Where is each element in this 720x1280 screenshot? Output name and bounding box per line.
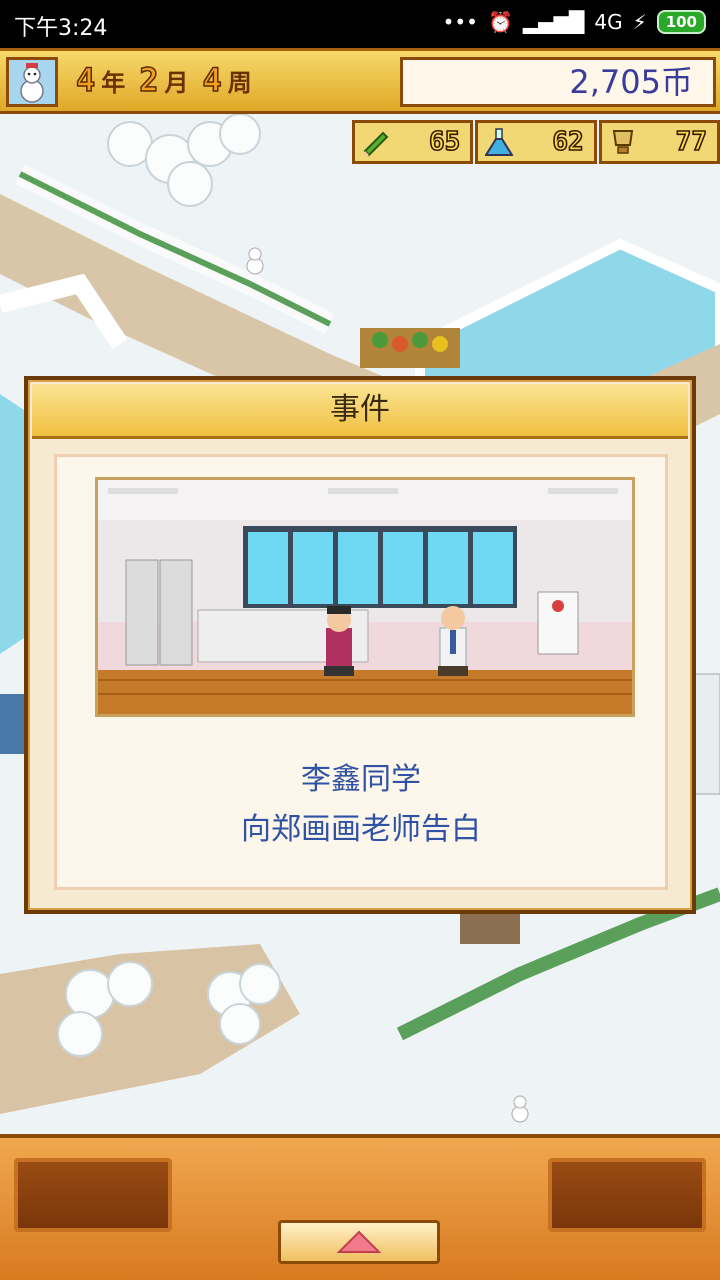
stat-value: 77 <box>675 126 708 158</box>
left-action-slot[interactable] <box>14 1158 172 1232</box>
stat-value: 62 <box>552 126 585 158</box>
arrow-up-icon <box>336 1230 382 1253</box>
stat-science[interactable]: 62 <box>475 120 597 164</box>
flask-icon <box>484 128 515 156</box>
year-label: 年 <box>101 69 126 97</box>
signal-icon: ▂▄▆█ <box>522 10 585 34</box>
alarm-icon: ⏰ <box>487 10 513 34</box>
right-action-slot[interactable] <box>548 1158 706 1232</box>
pencil-icon <box>363 131 389 157</box>
classroom-scene-image <box>95 477 635 717</box>
month-label: 月 <box>164 69 189 97</box>
event-title: 事件 <box>32 384 688 439</box>
top-hud: 4 年 2 月 4 周 2,705币 <box>0 48 720 114</box>
event-line-2: 向郑画画老师告白 <box>241 812 481 847</box>
week-label: 周 <box>227 69 252 97</box>
snowman-avatar-icon[interactable] <box>6 57 58 107</box>
event-body: 李鑫同学 向郑画画老师告白 <box>54 454 668 890</box>
week-number: 4 <box>202 60 223 100</box>
month-number: 2 <box>139 60 160 100</box>
trophy-icon <box>612 130 633 154</box>
bottom-bar <box>0 1134 720 1280</box>
status-icons: ••• ⏰ ▂▄▆█ 4G ⚡ 100 <box>443 10 706 34</box>
stat-study[interactable]: 65 <box>352 120 474 164</box>
game-date: 4 年 2 月 4 周 <box>75 60 260 100</box>
menu-toggle-button[interactable] <box>278 1220 440 1264</box>
event-message: 李鑫同学 向郑画画老师告白 <box>57 755 665 855</box>
event-line-1: 李鑫同学 <box>301 762 421 797</box>
event-dialog[interactable]: 事件 李鑫同学 向郑画画老师告白 <box>24 376 696 914</box>
stat-sports[interactable]: 77 <box>598 120 720 164</box>
battery-level: 100 <box>656 10 706 34</box>
stat-value: 65 <box>428 126 461 158</box>
more-dots-icon: ••• <box>442 10 478 34</box>
charging-icon: ⚡ <box>632 10 647 34</box>
stats-bar: 65 62 77 <box>352 120 720 164</box>
year-number: 4 <box>75 60 96 100</box>
money-display: 2,705币 <box>400 57 716 107</box>
status-time: 下午3:24 <box>14 16 108 41</box>
network-label: 4G <box>594 10 623 34</box>
status-bar: 下午3:24 ••• ⏰ ▂▄▆█ 4G ⚡ 100 <box>0 0 720 48</box>
